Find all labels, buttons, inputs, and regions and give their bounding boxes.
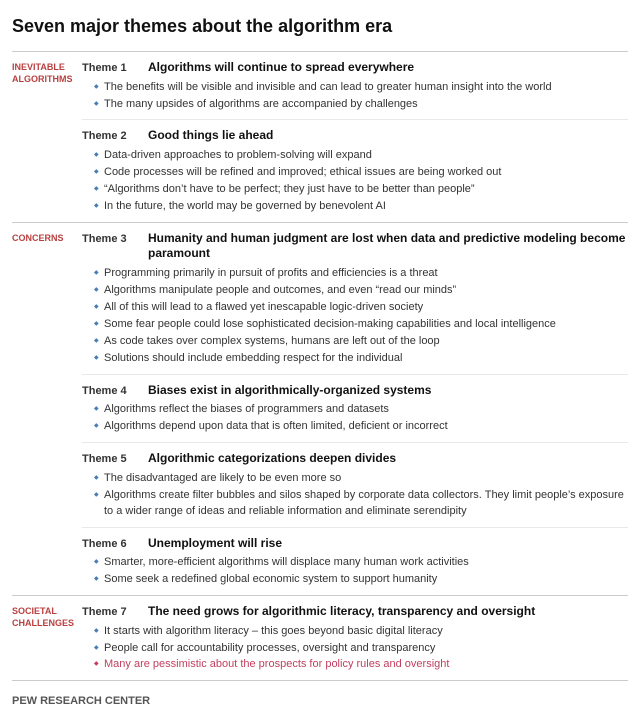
theme-header-1-0: Theme 3 Humanity and human judgment are l… (82, 231, 628, 262)
bullet-list: The disadvantaged are likely to be even … (82, 471, 628, 520)
bullet-list: It starts with algorithm literacy – this… (82, 624, 628, 674)
footer-label: PEW RESEARCH CENTER (12, 691, 628, 707)
theme-header-2-0: Theme 7 The need grows for algorithmic li… (82, 604, 628, 620)
themes-col-1: Theme 3 Humanity and human judgment are l… (82, 223, 628, 595)
bullet-item: Some fear people could lose sophisticate… (94, 317, 628, 333)
bullet-item: Code processes will be refined and impro… (94, 165, 628, 181)
theme-block-0-1: Theme 2 Good things lie ahead Data-driven … (82, 120, 628, 221)
theme-label: Theme 5 (82, 453, 142, 465)
page-container: Seven major themes about the algorithm e… (0, 0, 640, 719)
theme-header-0-0: Theme 1 Algorithms will continue to sprea… (82, 60, 628, 76)
bullet-item: Data-driven approaches to problem-solvin… (94, 148, 628, 164)
content-area: INEVITABLE ALGORITHMSTheme 1 Algorithms w… (12, 51, 628, 681)
bullet-item: It starts with algorithm literacy – this… (94, 624, 628, 640)
section-2: SOCIETAL CHALLENGESTheme 7 The need grows… (12, 595, 628, 681)
bullet-item: As code takes over complex systems, huma… (94, 334, 628, 350)
bullet-list: Programming primarily in pursuit of prof… (82, 266, 628, 367)
theme-header-1-1: Theme 4 Biases exist in algorithmically-o… (82, 383, 628, 399)
bullet-item: Some seek a redefined global economic sy… (94, 572, 628, 588)
theme-label: Theme 1 (82, 62, 142, 74)
page-title: Seven major themes about the algorithm e… (12, 16, 628, 37)
bullet-list: Data-driven approaches to problem-solvin… (82, 148, 628, 215)
themes-col-0: Theme 1 Algorithms will continue to sprea… (82, 52, 628, 222)
theme-block-1-1: Theme 4 Biases exist in algorithmically-o… (82, 375, 628, 443)
theme-title: Algorithmic categorizations deepen divid… (148, 451, 396, 467)
section-1: CONCERNSTheme 3 Humanity and human judgme… (12, 222, 628, 595)
bullet-item: Smarter, more-efficient algorithms will … (94, 555, 628, 571)
bullet-list: The benefits will be visible and invisib… (82, 80, 628, 113)
bullet-item: Algorithms create filter bubbles and sil… (94, 488, 628, 520)
bullet-list: Smarter, more-efficient algorithms will … (82, 555, 628, 588)
theme-label: Theme 3 (82, 233, 142, 245)
theme-title: The need grows for algorithmic literacy,… (148, 604, 535, 620)
theme-label: Theme 2 (82, 130, 142, 142)
theme-label: Theme 6 (82, 538, 142, 550)
theme-block-1-2: Theme 5 Algorithmic categorizations deepe… (82, 443, 628, 527)
bullet-item: Algorithms depend upon data that is ofte… (94, 419, 628, 435)
theme-title: Good things lie ahead (148, 128, 273, 144)
theme-block-0-0: Theme 1 Algorithms will continue to sprea… (82, 52, 628, 120)
theme-header-1-3: Theme 6 Unemployment will rise (82, 536, 628, 552)
bullet-item: The disadvantaged are likely to be even … (94, 471, 628, 487)
bullet-item: The many upsides of algorithms are accom… (94, 97, 628, 113)
bullet-item: Many are pessimistic about the prospects… (94, 657, 628, 673)
bullet-item: “Algorithms don’t have to be perfect; th… (94, 182, 628, 198)
bullet-item: Programming primarily in pursuit of prof… (94, 266, 628, 282)
bullet-item: People call for accountability processes… (94, 641, 628, 657)
theme-title: Humanity and human judgment are lost whe… (148, 231, 628, 262)
theme-block-2-0: Theme 7 The need grows for algorithmic li… (82, 596, 628, 680)
theme-header-1-2: Theme 5 Algorithmic categorizations deepe… (82, 451, 628, 467)
section-label-1: CONCERNS (12, 223, 82, 595)
bullet-item: Algorithms manipulate people and outcome… (94, 283, 628, 299)
bullet-list: Algorithms reflect the biases of program… (82, 402, 628, 435)
theme-title: Unemployment will rise (148, 536, 282, 552)
bullet-item: The benefits will be visible and invisib… (94, 80, 628, 96)
section-0: INEVITABLE ALGORITHMSTheme 1 Algorithms w… (12, 51, 628, 222)
section-label-2: SOCIETAL CHALLENGES (12, 596, 82, 680)
theme-block-1-3: Theme 6 Unemployment will rise Smarter, mo… (82, 528, 628, 595)
bullet-item: All of this will lead to a flawed yet in… (94, 300, 628, 316)
bullet-item: In the future, the world may be governed… (94, 199, 628, 215)
theme-title: Algorithms will continue to spread every… (148, 60, 414, 76)
theme-label: Theme 4 (82, 385, 142, 397)
theme-title: Biases exist in algorithmically-organize… (148, 383, 431, 399)
bullet-item: Solutions should include embedding respe… (94, 351, 628, 367)
bullet-item: Algorithms reflect the biases of program… (94, 402, 628, 418)
theme-header-0-1: Theme 2 Good things lie ahead (82, 128, 628, 144)
section-label-0: INEVITABLE ALGORITHMS (12, 52, 82, 222)
theme-block-1-0: Theme 3 Humanity and human judgment are l… (82, 223, 628, 375)
themes-col-2: Theme 7 The need grows for algorithmic li… (82, 596, 628, 680)
theme-label: Theme 7 (82, 606, 142, 618)
